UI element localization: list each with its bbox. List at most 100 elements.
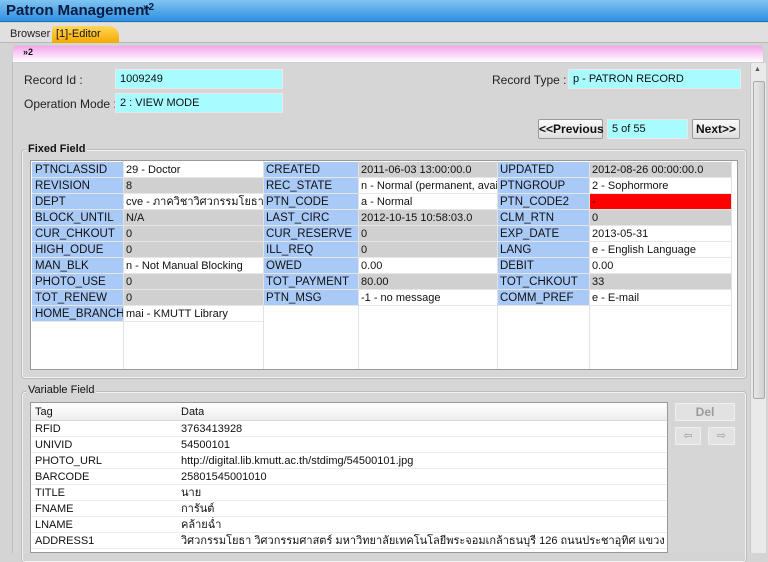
field-value[interactable]: 0: [358, 242, 497, 258]
field-value[interactable]: 8: [123, 178, 263, 194]
table-row[interactable]: FNAME การันต์: [31, 501, 667, 517]
field-label: OWED: [263, 258, 358, 274]
field-value[interactable]: 0: [358, 226, 497, 242]
field-label: COMM_PREF: [497, 290, 589, 306]
editor-header: »2: [12, 45, 764, 63]
field-label: HIGH_ODUE: [32, 242, 123, 258]
data-cell: นาย: [181, 487, 202, 499]
data-cell: 25801545001010: [181, 471, 267, 483]
field-label: TOT_RENEW: [32, 290, 123, 306]
field-value[interactable]: -1 - no message: [358, 290, 497, 306]
field-value[interactable]: 0: [123, 242, 263, 258]
field-value[interactable]: -: [589, 194, 731, 210]
tag-cell: LNAME: [35, 519, 73, 531]
field-value[interactable]: 0: [123, 226, 263, 242]
field-value[interactable]: 29 - Doctor: [123, 162, 263, 178]
field-value[interactable]: N/A: [123, 210, 263, 226]
move-right-button[interactable]: ⇨: [708, 427, 735, 445]
tab-bar: Browser [1]-Editor: [0, 23, 768, 43]
tab-browser[interactable]: Browser: [6, 26, 54, 43]
table-row[interactable]: UNIVID 54500101: [31, 437, 667, 453]
table-header: Tag Data: [31, 403, 667, 421]
field-value[interactable]: 2012-08-26 00:00:00.0: [589, 162, 731, 178]
field-value[interactable]: 0.00: [589, 258, 731, 274]
arrow-left-icon: ⇦: [683, 430, 693, 442]
data-cell: 54500101: [181, 439, 230, 451]
arrow-right-icon: ⇨: [716, 430, 727, 442]
delete-button[interactable]: Del: [675, 403, 735, 421]
field-value[interactable]: cve - ภาควิชาวิศวกรรมโยธา: [123, 194, 263, 210]
field-label: PTN_MSG: [263, 290, 358, 306]
field-value[interactable]: 2013-05-31: [589, 226, 731, 242]
record-id-label: Record Id :: [24, 73, 83, 87]
table-row[interactable]: BARCODE 25801545001010: [31, 469, 667, 485]
field-label: CUR_RESERVE: [263, 226, 358, 242]
field-label: HOME_BRANCH: [32, 306, 123, 322]
data-cell: คล้ายฉ่ำ: [181, 519, 222, 531]
column-header-data[interactable]: Data: [181, 403, 204, 421]
field-label: LAST_CIRC: [263, 210, 358, 226]
field-value[interactable]: 0: [123, 290, 263, 306]
window-title-suffix: »2: [143, 2, 155, 13]
tab-editor[interactable]: [1]-Editor: [52, 26, 119, 43]
field-value[interactable]: e - English Language: [589, 242, 731, 258]
field-label: TOT_CHKOUT: [497, 274, 589, 290]
table-row[interactable]: ADDRESS1 วิศวกรรมโยธา วิศวกรรมศาสตร์ มหาว…: [31, 533, 667, 549]
field-value[interactable]: 2011-06-03 13:00:00.0: [358, 162, 497, 178]
move-left-button[interactable]: ⇦: [675, 427, 701, 445]
field-label: LANG: [497, 242, 589, 258]
field-value[interactable]: 2 - Sophormore: [589, 178, 731, 194]
record-type-label: Record Type :: [492, 73, 567, 87]
column-header-tag[interactable]: Tag: [35, 403, 53, 421]
field-value[interactable]: 0: [123, 274, 263, 290]
field-label: PHOTO_USE: [32, 274, 123, 290]
scroll-up-icon[interactable]: ▲: [754, 66, 761, 73]
field-value[interactable]: 33: [589, 274, 731, 290]
previous-button[interactable]: <<Previous: [538, 119, 604, 139]
field-label: CREATED: [263, 162, 358, 178]
field-value[interactable]: n - Not Manual Blocking: [123, 258, 263, 274]
field-label: ILL_REQ: [263, 242, 358, 258]
tag-cell: BARCODE: [35, 471, 90, 483]
title-bar: Patron Management »2: [0, 0, 768, 22]
operation-mode-label: Operation Mode :: [24, 97, 117, 111]
column-divider: [123, 161, 124, 369]
field-label: PTN_CODE: [263, 194, 358, 210]
field-value[interactable]: mai - KMUTT Library: [123, 306, 263, 322]
field-label: PTN_CODE2: [497, 194, 589, 210]
tag-cell: FNAME: [35, 503, 74, 515]
field-value[interactable]: e - E-mail: [589, 290, 731, 306]
field-label: DEPT: [32, 194, 123, 210]
tag-cell: PHOTO_URL: [35, 455, 103, 467]
field-value[interactable]: 0.00: [358, 258, 497, 274]
column-divider: [358, 161, 359, 369]
field-label: PTNCLASSID: [32, 162, 123, 178]
column-divider: [263, 161, 264, 369]
record-id-field[interactable]: 1009249: [115, 69, 283, 89]
table-row[interactable]: LNAME คล้ายฉ่ำ: [31, 517, 667, 533]
fixed-field-table: PTNCLASSID 29 - Doctor CREATED 2011-06-03 1…: [30, 160, 738, 370]
field-value[interactable]: 80.00: [358, 274, 497, 290]
next-button[interactable]: Next>>: [692, 119, 740, 139]
data-cell: 3763413928: [181, 423, 243, 435]
column-divider: [497, 161, 498, 369]
table-row[interactable]: RFID 3763413928: [31, 421, 667, 437]
record-type-field[interactable]: p - PATRON RECORD: [568, 69, 741, 89]
operation-mode-field[interactable]: 2 : VIEW MODE: [115, 93, 283, 113]
field-value[interactable]: a - Normal: [358, 194, 497, 210]
vertical-scrollbar[interactable]: ▲: [750, 63, 766, 553]
field-label: REVISION: [32, 178, 123, 194]
table-row[interactable]: TITLE นาย: [31, 485, 667, 501]
field-value[interactable]: n - Normal (permanent, avail: [358, 178, 497, 194]
data-cell: http://digital.lib.kmutt.ac.th/stdimg/54…: [181, 455, 414, 467]
window-title: Patron Management: [6, 2, 150, 19]
table-row[interactable]: PHOTO_URL http://digital.lib.kmutt.ac.th/…: [31, 453, 667, 469]
scrollbar-thumb[interactable]: [753, 81, 765, 399]
field-value[interactable]: 0: [589, 210, 731, 226]
field-label: TOT_PAYMENT: [263, 274, 358, 290]
column-divider: [589, 161, 590, 369]
field-label: UPDATED: [497, 162, 589, 178]
tag-cell: UNIVID: [35, 439, 73, 451]
field-value[interactable]: 2012-10-15 10:58:03.0: [358, 210, 497, 226]
field-label: DEBIT: [497, 258, 589, 274]
